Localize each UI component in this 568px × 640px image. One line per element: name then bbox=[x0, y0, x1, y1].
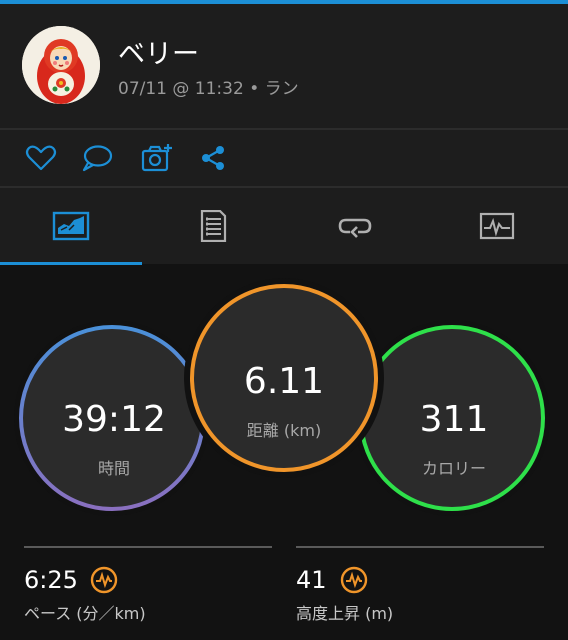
like-button[interactable] bbox=[24, 142, 58, 174]
pace-label: ペース (分／km) bbox=[24, 604, 146, 623]
details-document-icon bbox=[200, 210, 227, 242]
distance-label: 距離 (km) bbox=[246, 421, 322, 440]
elevation-chart-button[interactable] bbox=[340, 566, 368, 594]
calories-value: 311 bbox=[419, 399, 489, 440]
pulse-chart-icon bbox=[340, 566, 368, 594]
tab-details[interactable] bbox=[142, 188, 284, 264]
divider bbox=[296, 546, 544, 548]
tab-bar bbox=[0, 188, 568, 264]
share-icon bbox=[202, 146, 224, 170]
avatar[interactable] bbox=[22, 26, 100, 104]
add-photo-icon bbox=[141, 144, 172, 172]
add-photo-button[interactable] bbox=[140, 142, 174, 174]
pulse-chart-icon bbox=[90, 566, 118, 594]
heart-icon bbox=[25, 145, 57, 171]
time-label: 時間 bbox=[97, 459, 130, 478]
stats-circles: 39:12 時間 6.11 距離 (km) 311 カロリー bbox=[0, 265, 568, 535]
time-value: 39:12 bbox=[62, 399, 166, 440]
share-button[interactable] bbox=[196, 142, 230, 174]
comment-icon bbox=[82, 145, 113, 172]
tab-summary[interactable] bbox=[0, 188, 142, 264]
divider bbox=[24, 546, 272, 548]
calories-label: カロリー bbox=[421, 459, 486, 478]
matryoshka-avatar-image bbox=[22, 26, 100, 104]
graph-monitor-icon bbox=[479, 212, 515, 240]
pace-value: 6:25 bbox=[24, 566, 78, 594]
laps-loop-icon bbox=[338, 218, 372, 238]
comment-button[interactable] bbox=[80, 142, 114, 174]
distance-value: 6.11 bbox=[243, 361, 325, 402]
action-bar bbox=[0, 130, 568, 186]
user-name[interactable]: ベリー bbox=[118, 32, 199, 71]
tab-laps[interactable] bbox=[284, 188, 426, 264]
summary-chart-icon bbox=[52, 211, 90, 241]
tab-graphs[interactable] bbox=[426, 188, 568, 264]
activity-header: ベリー 07/11 @ 11:32 • ラン bbox=[0, 4, 568, 128]
elevation-label: 高度上昇 (m) bbox=[296, 604, 394, 623]
elevation-value: 41 bbox=[296, 566, 327, 594]
activity-date-type: 07/11 @ 11:32 • ラン bbox=[118, 79, 299, 99]
pace-chart-button[interactable] bbox=[90, 566, 118, 594]
